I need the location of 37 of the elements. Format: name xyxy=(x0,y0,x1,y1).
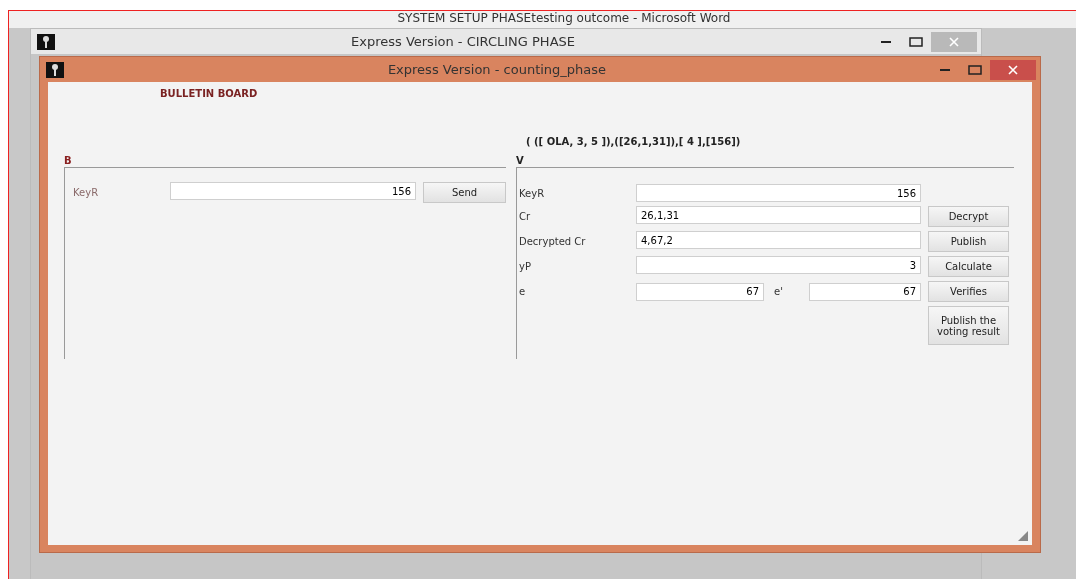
text-field[interactable]: 156 xyxy=(636,184,921,202)
board-heading: BULLETIN BOARD xyxy=(160,88,259,99)
maximize-icon xyxy=(909,36,923,47)
field-label: e xyxy=(519,286,527,297)
field-label: KeyR xyxy=(73,187,100,198)
text-field[interactable]: 67 xyxy=(636,282,764,301)
window-title: Express Version - counting_phase xyxy=(386,62,608,77)
action-button[interactable]: Send xyxy=(423,182,506,203)
text-field[interactable]: 67 xyxy=(809,282,921,301)
text-field[interactable]: 4,67,2 xyxy=(636,231,921,249)
action-button[interactable]: Calculate xyxy=(928,256,1009,277)
close-icon xyxy=(949,36,959,47)
text-field[interactable]: 3 xyxy=(636,256,921,274)
maximize-icon xyxy=(968,64,982,75)
group-title: V xyxy=(516,155,525,167)
field-label: Cr xyxy=(519,211,532,222)
field-label: KeyR xyxy=(519,187,546,199)
action-button[interactable]: Decrypt xyxy=(928,206,1009,227)
text-field[interactable]: 156 xyxy=(170,182,416,200)
action-button[interactable]: Publish xyxy=(928,231,1009,252)
close-icon xyxy=(1008,64,1018,75)
minimize-icon xyxy=(940,68,950,71)
action-button[interactable]: Verifies xyxy=(928,281,1009,302)
text-field[interactable]: 26,1,31 xyxy=(636,206,921,224)
minimize-icon xyxy=(881,40,891,43)
key-icon xyxy=(37,33,55,50)
group-title: B xyxy=(64,155,73,167)
action-button[interactable]: Publish the voting result xyxy=(928,306,1009,345)
close-button[interactable] xyxy=(990,59,1036,80)
key-icon xyxy=(46,61,64,78)
field-label: e' xyxy=(773,286,784,297)
window-title: SYSTEM SETUP PHASEtesting outcome - Microsoft Word xyxy=(396,11,731,27)
field-label: yP xyxy=(519,261,532,272)
resize-grip-icon[interactable] xyxy=(1018,531,1028,541)
window-title: Express Version - CIRCLING PHASE xyxy=(350,34,576,49)
formula-text: ( ([ OLA, 3, 5 ]),([26,1,31]),[ 4 ],[156]) xyxy=(526,136,742,147)
field-label: Decrypted Cr xyxy=(519,236,587,247)
